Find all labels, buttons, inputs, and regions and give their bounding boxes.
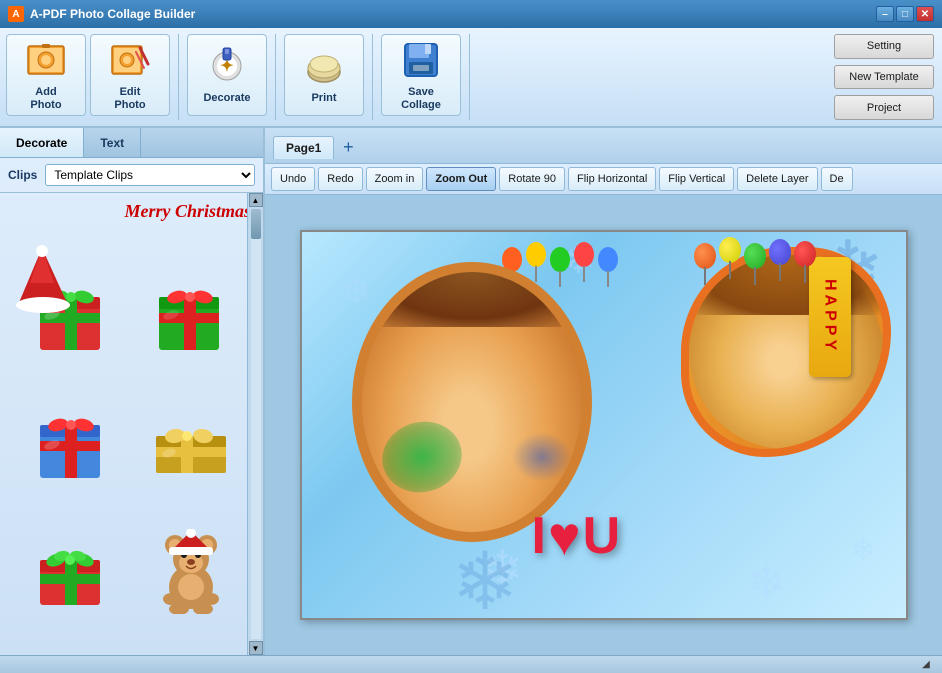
clip-gift-gold[interactable] — [136, 398, 248, 488]
edit-photo-icon — [108, 38, 152, 82]
zoom-out-button[interactable]: Zoom Out — [426, 167, 496, 191]
collage-canvas[interactable]: ❄ ❄ ❄ ❄ ❄ ❄ ❄ ❄ — [300, 230, 908, 620]
app-icon: A — [8, 6, 24, 22]
maximize-button[interactable]: □ — [896, 6, 914, 22]
toolbar-right-group: Setting New Template Project — [828, 34, 934, 120]
clip-teddy-bear[interactable] — [136, 527, 248, 617]
zoom-in-button[interactable]: Zoom in — [366, 167, 424, 191]
more-button[interactable]: De — [821, 167, 853, 191]
print-label: Print — [311, 92, 336, 105]
project-button[interactable]: Project — [834, 95, 934, 120]
snowflake-large-2: ❄ — [452, 535, 519, 620]
print-tools-group: Print — [284, 34, 373, 120]
main-toolbar: AddPhoto EditPhoto — [0, 28, 942, 128]
canvas-container: ❄ ❄ ❄ ❄ ❄ ❄ ❄ ❄ — [265, 195, 942, 655]
clips-grid — [0, 266, 263, 655]
scroll-thumb[interactable] — [251, 209, 261, 239]
clip-gift-blue[interactable] — [16, 398, 128, 488]
decorate-tools-group: ✦ Decorate — [187, 34, 276, 120]
happy-banner: HAPPY — [809, 257, 851, 377]
decorate-label: Decorate — [203, 92, 250, 105]
snowflake-4: ❄ — [748, 555, 786, 608]
balloons-right — [694, 237, 816, 269]
snowflake-6: ❄ — [850, 533, 875, 568]
left-photo-frame[interactable] — [352, 262, 592, 542]
right-photo-frame[interactable] — [681, 247, 891, 457]
main-content: Decorate Text Clips Template Clips Holid… — [0, 128, 942, 655]
scroll-track — [251, 209, 261, 639]
canvas-area: Page1 + Undo Redo Zoom in Zoom Out Rotat… — [265, 128, 942, 655]
tab-decorate[interactable]: Decorate — [0, 128, 84, 157]
flip-horizontal-button[interactable]: Flip Horizontal — [568, 167, 656, 191]
page-tab-1[interactable]: Page1 — [273, 136, 334, 159]
i-love-u-text: I ♥ U — [532, 504, 621, 568]
clip-gift-red-bow[interactable] — [16, 527, 128, 617]
i-letter: I — [532, 506, 546, 566]
page-tabs: Page1 + — [265, 128, 942, 164]
save-collage-button[interactable]: SaveCollage — [381, 34, 461, 116]
statusbar: ◢ — [0, 655, 942, 673]
rotate-90-button[interactable]: Rotate 90 — [499, 167, 565, 191]
svg-text:✦: ✦ — [220, 58, 233, 75]
window-controls: – □ ✕ — [876, 6, 934, 22]
new-template-button[interactable]: New Template — [834, 65, 934, 90]
print-button[interactable]: Print — [284, 34, 364, 116]
app-title: A-PDF Photo Collage Builder — [30, 7, 195, 21]
u-letter: U — [583, 506, 621, 566]
left-panel: Decorate Text Clips Template Clips Holid… — [0, 128, 265, 655]
tab-bar: Decorate Text — [0, 128, 263, 158]
undo-button[interactable]: Undo — [271, 167, 315, 191]
clip-gift-green-red[interactable] — [136, 270, 248, 360]
scroll-down-arrow[interactable]: ▼ — [249, 641, 263, 655]
tab-text[interactable]: Text — [84, 128, 141, 157]
titlebar: A A-PDF Photo Collage Builder – □ ✕ — [0, 0, 942, 28]
decorate-icon: ✦ — [205, 44, 249, 88]
save-collage-label: SaveCollage — [401, 86, 441, 112]
add-photo-icon — [24, 38, 68, 82]
edit-photo-label: EditPhoto — [114, 86, 145, 112]
balloons — [502, 247, 618, 272]
minimize-button[interactable]: – — [876, 6, 894, 22]
setting-button[interactable]: Setting — [834, 34, 934, 59]
save-tools-group: SaveCollage — [381, 34, 470, 120]
add-photo-label: AddPhoto — [30, 86, 61, 112]
edit-photo-button[interactable]: EditPhoto — [90, 34, 170, 116]
christmas-hat-clip[interactable] — [10, 243, 75, 318]
add-photo-button[interactable]: AddPhoto — [6, 34, 86, 116]
clips-label: Clips — [8, 168, 37, 182]
scroll-up-arrow[interactable]: ▲ — [249, 193, 263, 207]
flip-vertical-button[interactable]: Flip Vertical — [659, 167, 734, 191]
delete-layer-button[interactable]: Delete Layer — [737, 167, 817, 191]
clips-dropdown[interactable]: Template Clips Holiday Clips Birthday Cl… — [45, 164, 255, 186]
photo-tools-group: AddPhoto EditPhoto — [6, 34, 179, 120]
redo-button[interactable]: Redo — [318, 167, 362, 191]
clips-scrollbar[interactable]: ▲ ▼ — [247, 193, 263, 655]
heart-symbol: ♥ — [548, 504, 581, 568]
clips-row: Clips Template Clips Holiday Clips Birth… — [0, 158, 263, 193]
add-page-button[interactable]: + — [338, 138, 358, 158]
decorate-button[interactable]: ✦ Decorate — [187, 34, 267, 116]
save-collage-icon — [399, 38, 443, 82]
edit-toolbar: Undo Redo Zoom in Zoom Out Rotate 90 Fli… — [265, 164, 942, 195]
merry-christmas-text: Merry Christmas — [0, 193, 263, 226]
clips-area: Merry Christmas — [0, 193, 263, 655]
resize-handle[interactable]: ◢ — [918, 657, 934, 673]
print-icon — [302, 44, 346, 88]
close-button[interactable]: ✕ — [916, 6, 934, 22]
